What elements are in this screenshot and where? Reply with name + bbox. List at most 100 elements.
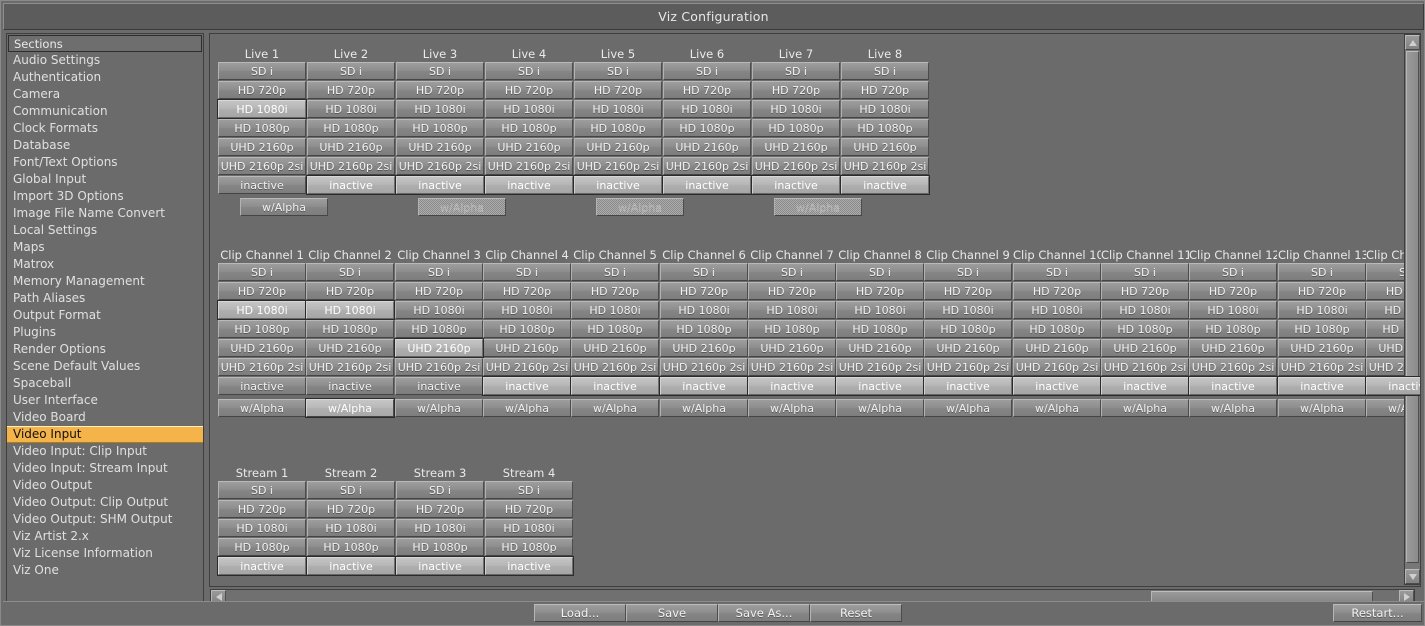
sidebar-item-video-input[interactable]: Video Input [7,426,203,443]
clip-channel-12-format-sd-i[interactable]: SD i [1189,263,1277,281]
live-2-format-uhd-2160p[interactable]: UHD 2160p [307,138,395,156]
clip-channel-4-format-list[interactable]: SD i HD 720p HD 1080i HD 1080p UHD 2160p UHD … [482,263,572,396]
clip-channel-5-format-list[interactable]: SD i HD 720p HD 1080i HD 1080p UHD 2160p UHD … [570,263,660,396]
clip-channel-10-format-hd-1080i[interactable]: HD 1080i [1013,301,1101,319]
stream-4-format-hd-1080i[interactable]: HD 1080i [485,519,573,537]
clip-channel-7-format-uhd-2160p[interactable]: UHD 2160p [748,339,836,357]
stream-1-format-hd-720p[interactable]: HD 720p [218,500,306,518]
clip-channel-13-format-sd-i[interactable]: SD i [1278,263,1366,281]
stream-2-format-hd-1080p[interactable]: HD 1080p [307,538,395,556]
clip-channel-6-format-uhd-2160p-2si[interactable]: UHD 2160p 2si [660,358,748,376]
live-3-format-uhd-2160p[interactable]: UHD 2160p [396,138,484,156]
stream-1-format-list[interactable]: SD i HD 720p HD 1080i HD 1080p inactive [217,481,307,576]
live-1-format-hd-1080p[interactable]: HD 1080p [218,119,306,137]
clip-channel-6-alpha-button[interactable]: w/Alpha [660,399,748,417]
clip-channel-2-format-inactive[interactable]: inactive [306,377,394,395]
stream-4-format-sd-i[interactable]: SD i [485,481,573,499]
clip-channel-13-format-inactive[interactable]: inactive [1277,376,1367,396]
clip-channel-2-format-hd-1080i[interactable]: HD 1080i [305,300,395,320]
clip-channel-6-format-hd-1080i[interactable]: HD 1080i [660,301,748,319]
live-7-format-hd-1080i[interactable]: HD 1080i [752,100,840,118]
clip-channel-4-format-uhd-2160p-2si[interactable]: UHD 2160p 2si [483,358,571,376]
clip-channel-1-format-hd-720p[interactable]: HD 720p [218,282,306,300]
live-8-format-hd-1080i[interactable]: HD 1080i [841,100,929,118]
stream-1-format-hd-1080i[interactable]: HD 1080i [218,519,306,537]
live-5-format-hd-720p[interactable]: HD 720p [574,81,662,99]
scroll-down-button[interactable] [1405,569,1420,584]
live-2-format-uhd-2160p-2si[interactable]: UHD 2160p 2si [307,157,395,175]
clip-channel-5-format-uhd-2160p-2si[interactable]: UHD 2160p 2si [571,358,659,376]
live-4-format-uhd-2160p-2si[interactable]: UHD 2160p 2si [485,157,573,175]
clip-channel-4-format-inactive[interactable]: inactive [482,376,572,396]
clip-channel-8-format-hd-1080i[interactable]: HD 1080i [836,301,924,319]
stream-2-format-hd-1080i[interactable]: HD 1080i [307,519,395,537]
stream-3-format-hd-1080p[interactable]: HD 1080p [396,538,484,556]
clip-channel-11-alpha-button[interactable]: w/Alpha [1101,399,1189,417]
live-6-format-hd-720p[interactable]: HD 720p [663,81,751,99]
live-1-format-list[interactable]: SD i HD 720p HD 1080i HD 1080p UHD 2160p UHD … [217,62,307,194]
clip-channel-2-format-sd-i[interactable]: SD i [306,263,394,281]
stream-3-format-inactive[interactable]: inactive [395,556,485,576]
clip-channel-13-format-hd-1080p[interactable]: HD 1080p [1278,320,1366,338]
clip-channel-8-format-hd-720p[interactable]: HD 720p [836,282,924,300]
reset-button[interactable]: Reset [810,604,902,622]
clip-channel-8-format-hd-1080p[interactable]: HD 1080p [836,320,924,338]
sidebar-item-video-output-shm-output[interactable]: Video Output: SHM Output [7,511,203,528]
sidebar-item-font-text-options[interactable]: Font/Text Options [7,154,203,171]
live-2-format-list[interactable]: SD i HD 720p HD 1080i HD 1080p UHD 2160p UHD … [306,62,396,195]
sidebar-item-clock-formats[interactable]: Clock Formats [7,120,203,137]
clip-channel-4-format-hd-1080p[interactable]: HD 1080p [483,320,571,338]
clip-channel-3-format-uhd-2160p-2si[interactable]: UHD 2160p 2si [395,358,483,376]
load-button[interactable]: Load... [534,604,626,622]
live-4-format-uhd-2160p[interactable]: UHD 2160p [485,138,573,156]
clip-channel-7-format-hd-720p[interactable]: HD 720p [748,282,836,300]
sidebar-item-local-settings[interactable]: Local Settings [7,222,203,239]
live-7-format-inactive[interactable]: inactive [751,175,841,195]
live-alpha-button-1[interactable]: w/Alpha [240,198,328,216]
live-6-format-sd-i[interactable]: SD i [663,62,751,80]
clip-channel-4-alpha-button[interactable]: w/Alpha [483,399,571,417]
sidebar-item-plugins[interactable]: Plugins [7,324,203,341]
clip-channel-11-format-uhd-2160p[interactable]: UHD 2160p [1101,339,1189,357]
clip-channel-13-format-list[interactable]: SD i HD 720p HD 1080i HD 1080p UHD 2160p UHD … [1277,263,1367,396]
sidebar-item-viz-one[interactable]: Viz One [7,562,203,579]
clip-channel-13-format-hd-1080i[interactable]: HD 1080i [1278,301,1366,319]
clip-channel-1-format-hd-1080i[interactable]: HD 1080i [217,300,307,320]
clip-channel-8-alpha-button[interactable]: w/Alpha [836,399,924,417]
live-2-format-inactive[interactable]: inactive [306,175,396,195]
clip-channel-12-alpha-button[interactable]: w/Alpha [1189,399,1277,417]
clip-channel-3-format-hd-1080i[interactable]: HD 1080i [395,301,483,319]
live-2-format-sd-i[interactable]: SD i [307,62,395,80]
clip-channel-12-format-hd-720p[interactable]: HD 720p [1189,282,1277,300]
clip-channel-6-format-sd-i[interactable]: SD i [660,263,748,281]
live-1-format-inactive[interactable]: inactive [218,176,306,194]
clip-channel-3-alpha-button[interactable]: w/Alpha [395,399,483,417]
clip-channel-3-format-uhd-2160p[interactable]: UHD 2160p [394,338,484,358]
sidebar-item-import-3d-options[interactable]: Import 3D Options [7,188,203,205]
clip-channel-12-format-hd-1080i[interactable]: HD 1080i [1189,301,1277,319]
stream-1-format-hd-1080p[interactable]: HD 1080p [218,538,306,556]
sidebar-item-maps[interactable]: Maps [7,239,203,256]
live-4-format-list[interactable]: SD i HD 720p HD 1080i HD 1080p UHD 2160p UHD … [484,62,574,195]
clip-channel-1-format-inactive[interactable]: inactive [218,377,306,395]
stream-3-format-sd-i[interactable]: SD i [396,481,484,499]
live-7-format-sd-i[interactable]: SD i [752,62,840,80]
sidebar-item-user-interface[interactable]: User Interface [7,392,203,409]
clip-channel-4-format-uhd-2160p[interactable]: UHD 2160p [483,339,571,357]
live-4-format-sd-i[interactable]: SD i [485,62,573,80]
restart-button[interactable]: Restart... [1333,604,1422,622]
clip-channel-12-format-list[interactable]: SD i HD 720p HD 1080i HD 1080p UHD 2160p UHD … [1188,263,1278,396]
clip-channel-9-alpha-button[interactable]: w/Alpha [924,399,1012,417]
clip-channel-3-format-inactive[interactable]: inactive [395,377,483,395]
clip-channel-12-format-inactive[interactable]: inactive [1188,376,1278,396]
clip-channel-9-format-list[interactable]: SD i HD 720p HD 1080i HD 1080p UHD 2160p UHD … [923,263,1013,396]
live-6-format-inactive[interactable]: inactive [662,175,752,195]
clip-channel-12-format-hd-1080p[interactable]: HD 1080p [1189,320,1277,338]
stream-4-format-inactive[interactable]: inactive [484,556,574,576]
clip-channel-1-format-uhd-2160p-2si[interactable]: UHD 2160p 2si [218,358,306,376]
clip-channel-1-alpha-button[interactable]: w/Alpha [218,399,306,417]
live-4-format-hd-720p[interactable]: HD 720p [485,81,573,99]
clip-channel-2-format-hd-1080p[interactable]: HD 1080p [306,320,394,338]
live-8-format-list[interactable]: SD i HD 720p HD 1080i HD 1080p UHD 2160p UHD … [840,62,930,195]
live-2-format-hd-1080i[interactable]: HD 1080i [307,100,395,118]
